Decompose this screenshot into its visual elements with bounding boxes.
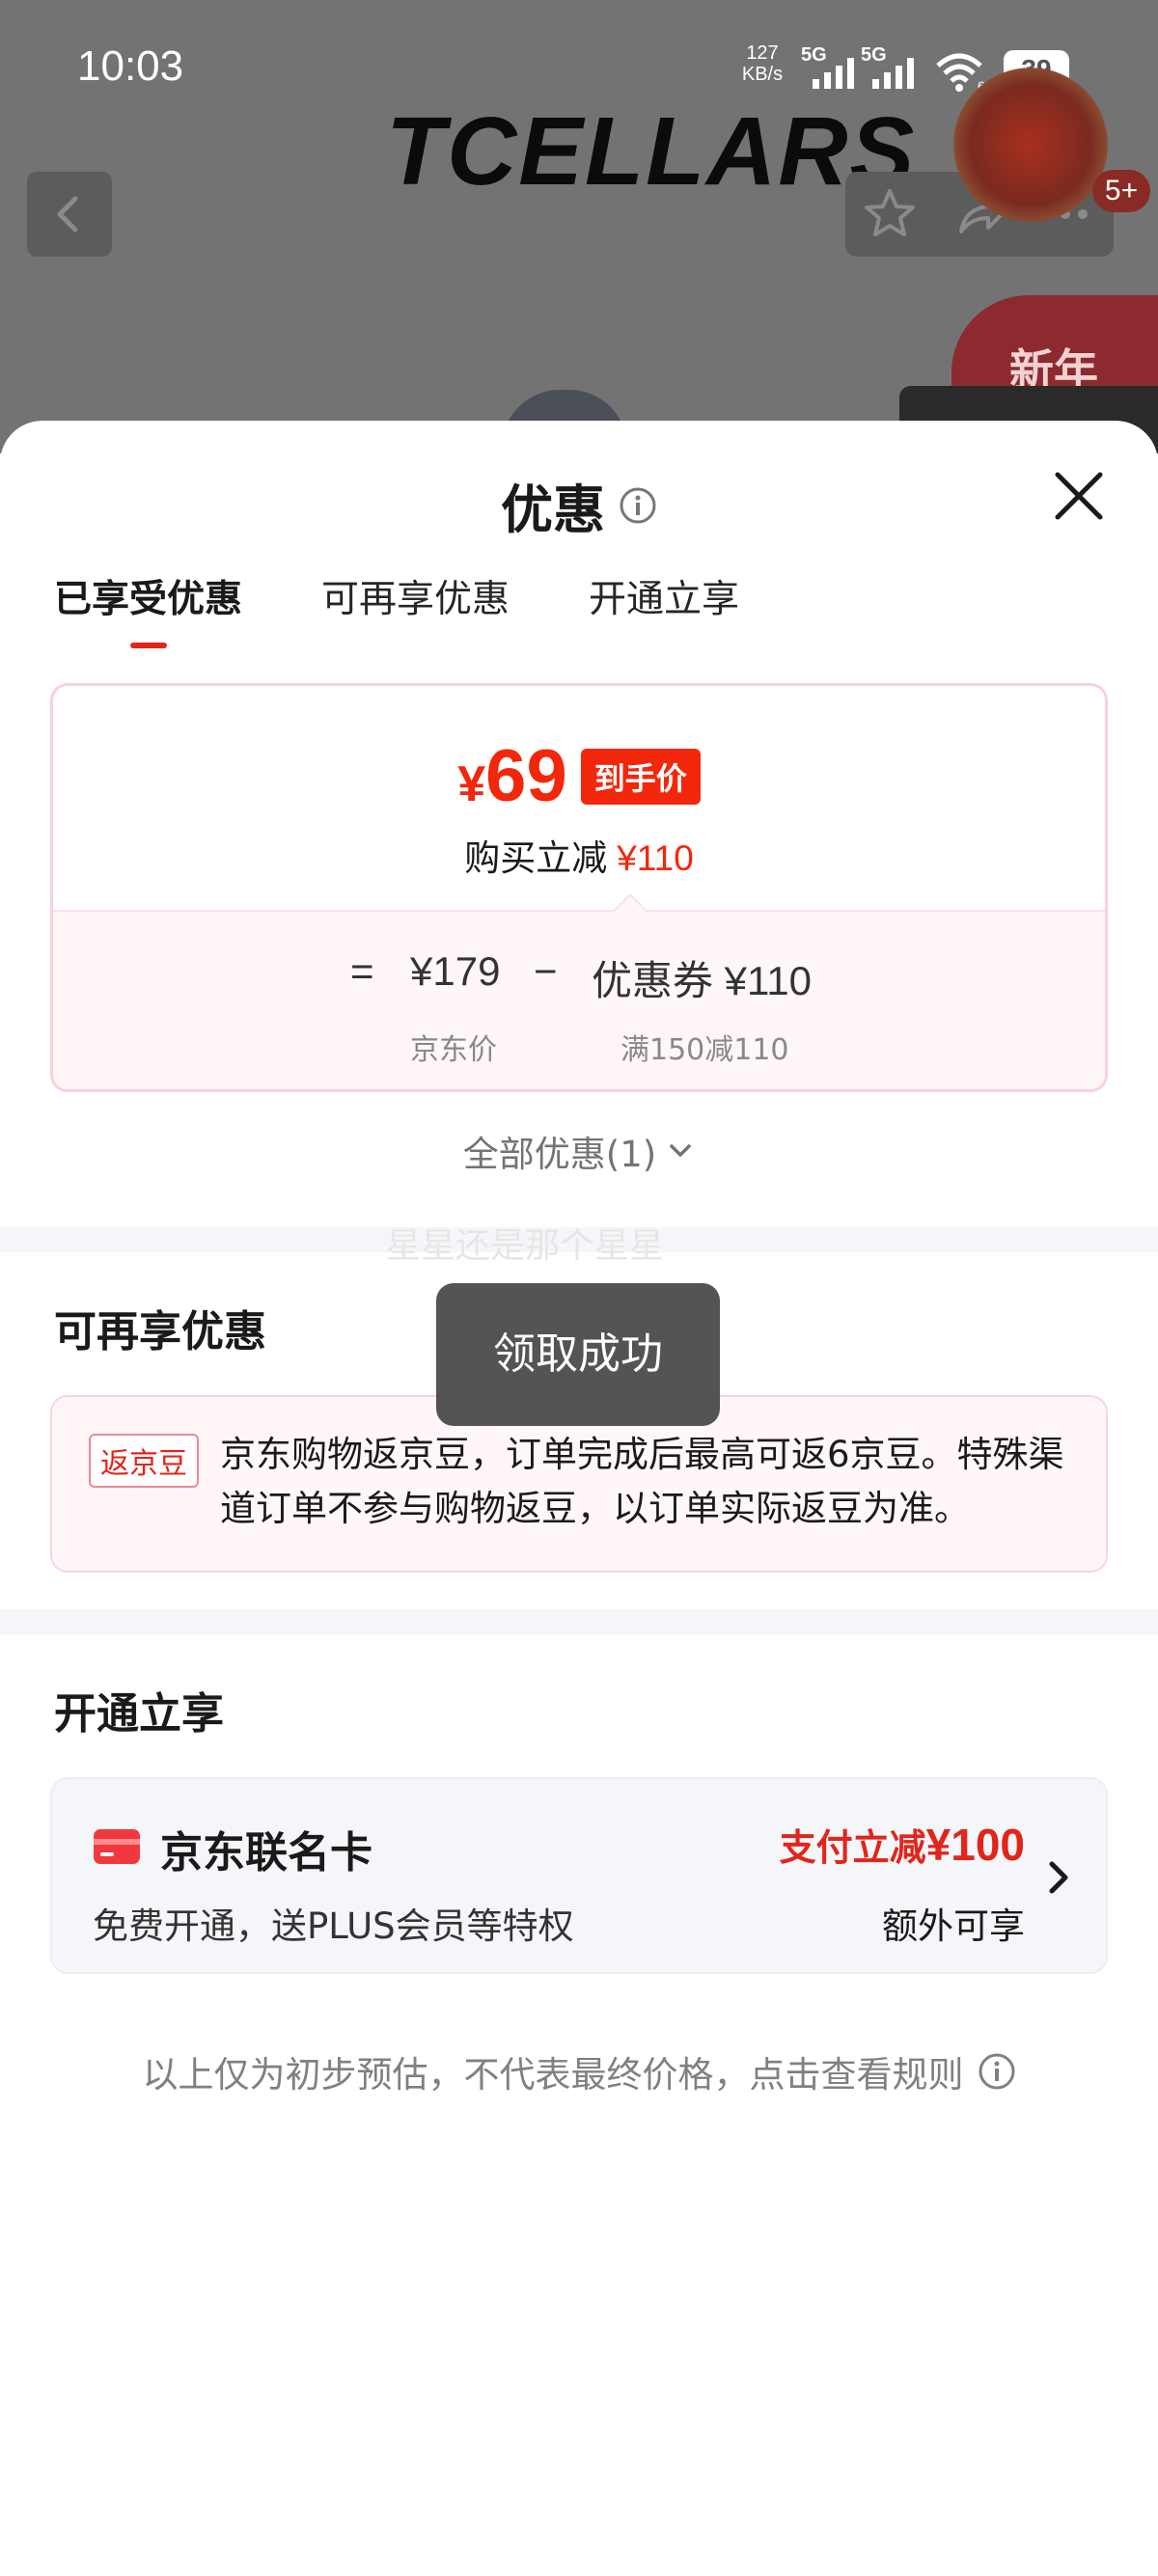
product-page-background: 10:03 127 KB/s 5G 5G 6 39 TCELLARS: [0, 0, 1158, 453]
tab-label: 开通立享: [589, 578, 740, 621]
coupon-amount: 优惠券 ¥110: [592, 958, 812, 1003]
signal-icon: 5G: [861, 44, 919, 91]
credit-card-icon: [94, 1829, 140, 1864]
discount-sheet: 优惠 已享受优惠 可再享优惠 开通立享 ¥69 到手价 购买立减 ¥110 = …: [0, 421, 1158, 2576]
info-icon: [979, 2053, 1014, 2090]
tab-enjoyed[interactable]: 已享受优惠: [54, 573, 242, 650]
all-deals-label: 全部优惠(1): [462, 1134, 657, 1175]
tab-open-now[interactable]: 开通立享: [589, 573, 739, 650]
chevron-right-icon: [1049, 1861, 1068, 1894]
tab-indicator: [129, 643, 167, 648]
fire-icon[interactable]: [953, 68, 1108, 222]
close-icon[interactable]: [1050, 467, 1108, 525]
jd-bean-tag: 返京豆: [89, 1434, 199, 1488]
card-extra-note: 额外可享: [882, 1905, 1025, 1947]
status-time: 10:03: [77, 42, 184, 90]
chevron-left-icon: [57, 196, 78, 233]
more-deals-title: 可再享优惠: [54, 1307, 266, 1357]
watermark: 星星还是那个星星: [386, 1226, 665, 1266]
back-button[interactable]: [27, 172, 112, 257]
jd-price-label: 京东价: [410, 1033, 497, 1067]
cobrand-card-offer[interactable]: 京东联名卡 免费开通，送PLUS会员等特权 支付立减¥100 额外可享: [50, 1777, 1108, 1974]
sheet-header: 优惠: [0, 467, 1158, 543]
final-price-area: ¥69 到手价 购买立减 ¥110: [53, 686, 1105, 910]
all-deals-toggle[interactable]: 全部优惠(1): [0, 1125, 1158, 1177]
network-speed-unit: KB/s: [741, 64, 784, 85]
star-icon[interactable]: [859, 183, 921, 245]
brand-logo: TCELLARS: [386, 97, 917, 206]
final-price: ¥69: [457, 735, 567, 817]
rules-footnote[interactable]: 以上仅为初步预估，不代表最终价格，点击查看规则: [0, 2045, 1158, 2097]
success-toast: 领取成功: [436, 1283, 720, 1426]
network-speed: 127 KB/s: [738, 42, 786, 85]
info-icon[interactable]: [619, 486, 657, 525]
final-price-tag: 到手价: [580, 749, 701, 805]
minus-sign: −: [534, 948, 558, 994]
signal-icon: 5G: [801, 44, 859, 91]
jd-bean-text: 京东购物返京豆，订单完成后最高可返6京豆。特殊渠道订单不参与购物返豆，以订单实际…: [220, 1434, 1064, 1529]
tab-label: 已享受优惠: [54, 578, 243, 621]
coupon-rule: 满150减110: [620, 1033, 789, 1067]
network-speed-value: 127: [746, 42, 779, 64]
equals-sign: =: [350, 948, 374, 994]
price-breakdown: = ¥179 − 优惠券 ¥110 京东价 满150减110: [53, 910, 1105, 1089]
badge-count: 5+: [1092, 170, 1150, 212]
tab-more-deals[interactable]: 可再享优惠: [321, 573, 510, 650]
reduction-amount: ¥110: [617, 838, 694, 878]
jd-price: ¥179: [410, 948, 501, 994]
sheet-title: 优惠: [501, 480, 605, 540]
card-name: 京东联名卡: [160, 1828, 372, 1877]
price-calc-card: ¥69 到手价 购买立减 ¥110 = ¥179 − 优惠券 ¥110 京东价 满…: [50, 683, 1108, 1092]
footnote-text: 以上仅为初步预估，不代表最终价格，点击查看规则: [142, 2054, 964, 2096]
tab-bar: 已享受优惠 可再享优惠 开通立享: [54, 573, 739, 650]
tab-label: 可再享优惠: [321, 578, 510, 621]
instant-reduction: 购买立减 ¥110: [53, 829, 1105, 881]
chevron-down-icon: [670, 1144, 691, 1157]
card-promo: 支付立减¥100: [779, 1820, 1025, 1870]
card-description: 免费开通，送PLUS会员等特权: [93, 1905, 574, 1947]
open-now-title: 开通立享: [54, 1689, 224, 1739]
reduction-label: 购买立减: [464, 837, 608, 879]
section-divider: [0, 1609, 1158, 1634]
